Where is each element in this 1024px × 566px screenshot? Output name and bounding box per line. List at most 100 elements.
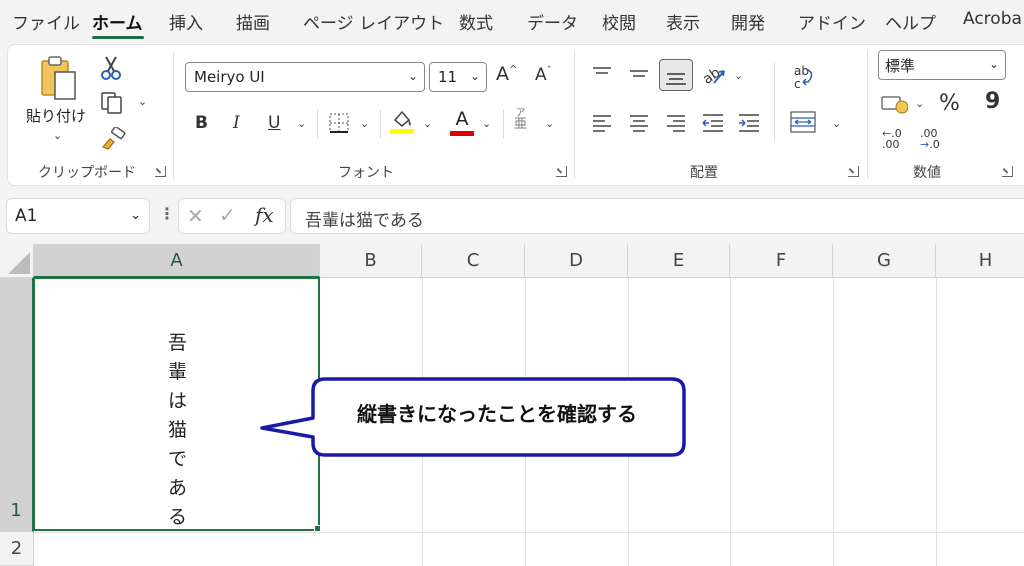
tab-formulas[interactable]: 数式 <box>459 9 493 34</box>
fill-color-dropdown-icon[interactable]: ⌄ <box>423 117 432 130</box>
column-header-f[interactable]: F <box>730 244 833 278</box>
percent-style-button[interactable]: % <box>939 91 960 116</box>
svg-text:ab: ab <box>794 64 809 78</box>
borders-icon[interactable] <box>327 111 351 139</box>
font-name-dropdown[interactable]: Meiryo UI ⌄ <box>185 62 425 92</box>
phonetic-dropdown-icon[interactable]: ⌄ <box>545 117 554 130</box>
group-divider <box>867 51 868 179</box>
number-format-dropdown[interactable]: 標準 ⌄ <box>878 50 1006 80</box>
tab-page-layout[interactable]: ページ レイアウト <box>303 9 444 34</box>
column-header-d[interactable]: D <box>525 244 628 278</box>
number-launcher-icon[interactable] <box>1002 166 1013 177</box>
name-box[interactable]: A1 ⌄ <box>6 198 150 234</box>
font-size-value: 11 <box>438 68 458 86</box>
font-color-button[interactable]: A <box>449 108 475 136</box>
align-middle-icon[interactable] <box>628 65 650 87</box>
increase-font-size-button[interactable]: A^ <box>496 63 517 85</box>
align-left-icon[interactable] <box>591 113 613 137</box>
column-header-a[interactable]: A <box>34 244 320 278</box>
vertical-char: で <box>167 448 187 470</box>
column-header-b[interactable]: B <box>320 244 422 278</box>
decrease-font-size-button[interactable]: Aˇ <box>535 65 552 85</box>
orientation-dropdown-icon[interactable]: ⌄ <box>734 69 743 82</box>
column-header-c[interactable]: C <box>422 244 525 278</box>
fill-color-icon[interactable] <box>389 108 415 140</box>
font-group-label: フォント <box>338 165 394 181</box>
gridline <box>34 532 1024 533</box>
column-header-e[interactable]: E <box>628 244 730 278</box>
cancel-icon[interactable]: ✕ <box>187 204 204 228</box>
wrap-text-icon[interactable]: ab c <box>792 63 818 95</box>
fill-handle[interactable] <box>314 525 321 532</box>
comma-style-button[interactable]: 9 <box>985 89 1000 114</box>
tab-help[interactable]: ヘルプ <box>885 9 936 34</box>
column-header-g[interactable]: G <box>833 244 936 278</box>
paste-icon[interactable] <box>38 55 82 103</box>
tab-file[interactable]: ファイル <box>12 9 80 34</box>
font-size-dropdown[interactable]: 11 ⌄ <box>429 62 487 92</box>
font-color-swatch <box>450 131 474 136</box>
cut-icon[interactable] <box>100 55 122 85</box>
tab-acrobat[interactable]: Acroba <box>963 9 1022 29</box>
copy-icon[interactable] <box>100 91 124 119</box>
borders-dropdown-icon[interactable]: ⌄ <box>360 117 369 130</box>
row-header-1[interactable]: 1 <box>0 278 34 532</box>
enter-check-icon[interactable]: ✓ <box>219 203 236 227</box>
active-tab-indicator <box>92 36 144 39</box>
italic-button[interactable]: I <box>233 113 240 133</box>
font-color-glyph: A <box>455 108 469 130</box>
phonetic-guide-icon[interactable]: ア亜 <box>514 108 527 131</box>
format-painter-icon[interactable] <box>100 125 126 155</box>
decrease-indent-icon[interactable] <box>701 113 725 137</box>
divider <box>503 109 504 139</box>
tab-review[interactable]: 校閲 <box>602 9 636 34</box>
tab-insert[interactable]: 挿入 <box>169 9 203 34</box>
accounting-dropdown-icon[interactable]: ⌄ <box>915 97 924 110</box>
chevron-down-icon: ⌄ <box>469 69 480 83</box>
increase-font-glyph: A <box>496 63 509 85</box>
accounting-format-icon[interactable] <box>880 93 909 119</box>
increase-decimal-button[interactable]: ←.0 .00 <box>882 128 902 150</box>
merge-dropdown-icon[interactable]: ⌄ <box>832 117 841 130</box>
align-center-icon[interactable] <box>628 113 650 137</box>
copy-dropdown-icon[interactable]: ⌄ <box>138 95 147 108</box>
align-bottom-icon <box>666 73 686 85</box>
number-group-label: 数値 <box>913 165 941 181</box>
merge-center-icon[interactable] <box>789 109 817 139</box>
paste-button-label[interactable]: 貼り付け <box>26 105 86 126</box>
underline-dropdown-icon[interactable]: ⌄ <box>297 117 306 130</box>
more-options-icon[interactable]: ⋮ <box>159 204 175 223</box>
vertical-char: 輩 <box>167 361 187 383</box>
tab-addins[interactable]: アドイン <box>798 9 866 34</box>
number-format-value: 標準 <box>885 57 916 75</box>
column-header-h[interactable]: H <box>936 244 1024 278</box>
decrease-decimal-button[interactable]: .00 →.0 <box>920 128 940 150</box>
align-right-icon[interactable] <box>665 113 687 137</box>
formula-input[interactable]: 吾輩は猫である <box>290 198 1024 234</box>
ribbon: 貼り付け ⌄ ⌄ クリップボード Meiryo UI ⌄ 11 ⌄ A^ Aˇ … <box>7 44 1024 186</box>
tab-data[interactable]: データ <box>527 9 578 34</box>
align-top-icon[interactable] <box>591 65 613 87</box>
increase-indent-icon[interactable] <box>737 113 761 137</box>
bold-button[interactable]: B <box>195 113 208 133</box>
clipboard-launcher-icon[interactable] <box>155 166 166 177</box>
tab-draw[interactable]: 描画 <box>236 9 270 34</box>
tab-developer[interactable]: 開発 <box>731 9 765 34</box>
tab-view[interactable]: 表示 <box>666 9 700 34</box>
font-color-dropdown-icon[interactable]: ⌄ <box>482 117 491 130</box>
select-all-button[interactable] <box>0 244 34 278</box>
align-bottom-button[interactable] <box>659 59 693 91</box>
underline-button[interactable]: U <box>268 113 280 133</box>
paste-dropdown-icon[interactable]: ⌄ <box>53 129 62 142</box>
decrease-decimal-bottom: .0 <box>929 138 940 151</box>
font-launcher-icon[interactable] <box>556 166 567 177</box>
gridline <box>936 278 937 566</box>
insert-function-icon[interactable]: fx <box>255 203 274 227</box>
cell-a1[interactable]: 吾 輩 は 猫 で あ る <box>33 277 320 531</box>
row-header-2[interactable]: 2 <box>0 532 34 566</box>
tab-home[interactable]: ホーム <box>92 9 143 34</box>
alignment-launcher-icon[interactable] <box>848 166 859 177</box>
font-name-value: Meiryo UI <box>194 68 265 86</box>
svg-text:c: c <box>794 77 801 91</box>
orientation-icon[interactable]: ab <box>700 61 728 91</box>
